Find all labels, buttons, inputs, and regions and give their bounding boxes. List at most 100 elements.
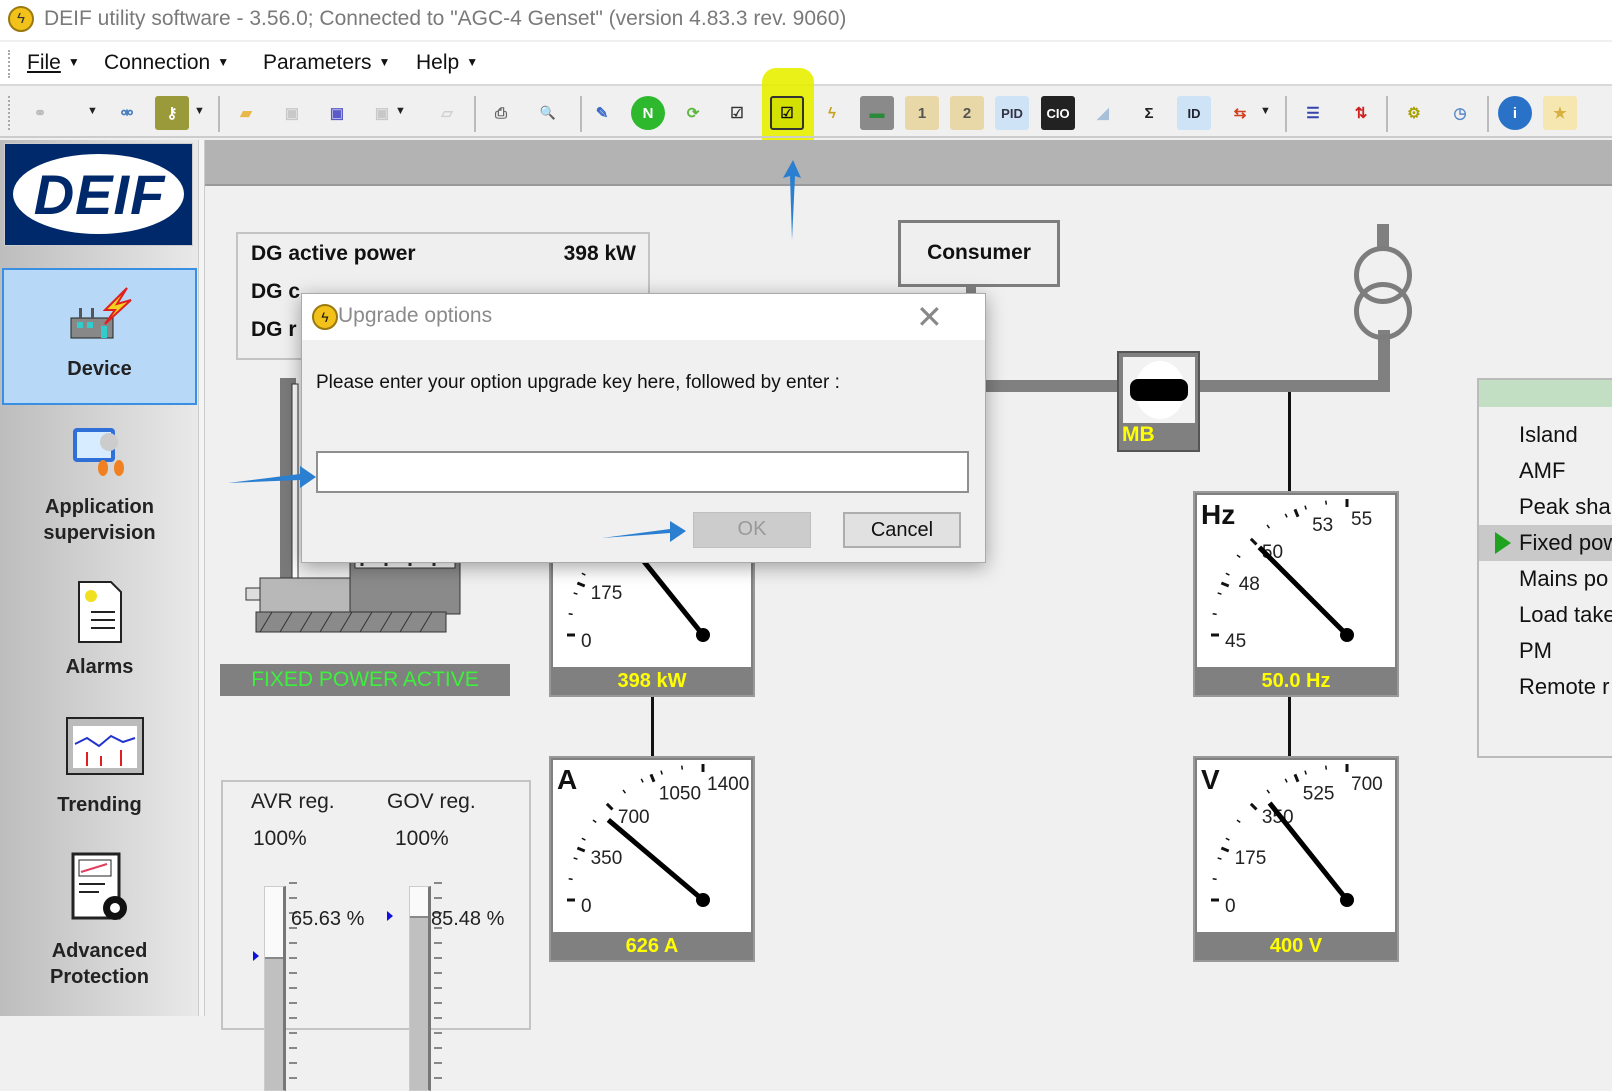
print-icon[interactable]: ⎙ — [484, 96, 518, 130]
connect-icon[interactable]: ⚭ — [23, 96, 57, 130]
disconnect-icon[interactable]: ⚮ — [110, 96, 144, 130]
sidebar-item-application-supervision[interactable]: Application supervision — [2, 418, 197, 546]
gov-title: GOV reg. — [387, 790, 476, 813]
consumer-box[interactable]: Consumer — [898, 220, 1060, 287]
pid-icon[interactable]: PID — [995, 96, 1029, 130]
menu-help[interactable]: Help ▼ — [416, 51, 478, 75]
gauge-tick — [592, 819, 597, 824]
mode-item[interactable]: AMF — [1479, 453, 1612, 489]
save-icon[interactable]: ▣ — [275, 96, 309, 130]
avr-value: 65.63 % — [291, 908, 365, 930]
gear-icon[interactable]: ⚙ — [1397, 96, 1431, 130]
dropdown-caret-icon[interactable]: ▼ — [194, 105, 205, 117]
mode-item[interactable]: Island — [1479, 417, 1612, 453]
ramp-icon[interactable]: ◢ — [1086, 96, 1120, 130]
mode-item[interactable]: Fixed pow — [1479, 525, 1612, 561]
close-icon[interactable]: ✕ — [916, 298, 943, 336]
dropdown-caret-icon[interactable]: ▼ — [395, 105, 406, 117]
mode-label: Fixed pow — [1519, 530, 1612, 555]
mode-label: Mains po — [1519, 566, 1609, 591]
clock-sync-icon[interactable]: ◷ — [1443, 96, 1477, 130]
menu-connection[interactable]: Connection ▼ — [104, 51, 229, 75]
cancel-button[interactable]: Cancel — [843, 512, 961, 548]
mode-item[interactable]: Remote r — [1479, 669, 1612, 705]
dropdown-caret-icon[interactable]: ▼ — [87, 105, 98, 117]
open-disabled-icon[interactable]: ▱ — [430, 96, 464, 130]
sidebar-item-trending[interactable]: Trending — [2, 716, 197, 818]
upgrade-key-input[interactable] — [316, 451, 969, 493]
toolbar-grip[interactable] — [8, 96, 11, 130]
gauge-scale-label: 700 — [618, 807, 650, 828]
n-green-icon[interactable]: N — [631, 96, 665, 130]
gauge-face: 0 175 350 525 700 V — [1197, 760, 1395, 932]
title-bar: ϟ DEIF utility software - 3.56.0; Connec… — [0, 0, 1612, 40]
device-lightning-icon — [65, 280, 135, 350]
application-supervision-icon — [65, 418, 135, 488]
menu-file[interactable]: File ▼ — [27, 51, 80, 75]
hand-1-icon[interactable]: 1 — [905, 96, 939, 130]
gauge-scale-label: 1400 — [707, 774, 749, 795]
sidebar-item-alarms[interactable]: Alarms — [2, 578, 197, 680]
busbar — [1200, 380, 1390, 392]
transfer-arrows-icon[interactable]: ⇆ — [1223, 96, 1257, 130]
deif-logo: DEIF — [4, 143, 193, 246]
gauge-pivot — [1340, 628, 1354, 642]
lightning-cycle-icon[interactable]: ϟ — [815, 96, 849, 130]
gauge-readout: 626 A — [625, 935, 679, 957]
alarm-document-icon — [65, 578, 135, 648]
info-icon[interactable]: i — [1498, 96, 1532, 130]
gov-bar — [409, 886, 431, 1091]
refresh-icon[interactable]: ⟳ — [676, 96, 710, 130]
dialog-title: Upgrade options — [338, 304, 493, 327]
genset-status-label: FIXED POWER ACTIVE — [220, 664, 510, 696]
gauge-scale-label: 0 — [581, 631, 592, 652]
sidebar-item-advanced-protection[interactable]: Advanced Protection — [2, 850, 197, 990]
design-ruler-icon[interactable]: ✎ — [585, 96, 619, 130]
caret-down-icon: ▼ — [217, 55, 230, 69]
dialog-title-bar: ϟ Upgrade options ✕ — [302, 294, 985, 340]
app-icon: ϟ — [8, 6, 34, 32]
gauge-tick — [1324, 500, 1328, 505]
cio-icon[interactable]: CIO — [1041, 96, 1075, 130]
gov-limit: 100% — [395, 827, 449, 850]
gauge-pivot — [696, 628, 710, 642]
gauge-tick — [568, 877, 573, 881]
sum-icon[interactable]: Σ — [1132, 96, 1166, 130]
info-label: DG c — [251, 280, 301, 303]
gov-value: 85.48 % — [431, 908, 505, 930]
key-icon[interactable]: ⚷ — [155, 96, 189, 130]
mode-item[interactable]: Peak sha — [1479, 489, 1612, 525]
gauge-tick — [1236, 819, 1241, 824]
save-as-icon[interactable]: ▣ — [320, 96, 354, 130]
dropdown-caret-icon[interactable]: ▼ — [1260, 105, 1271, 117]
sidebar-label: Device — [67, 358, 132, 380]
gauge-scale-label: 48 — [1239, 574, 1260, 595]
print-preview-icon[interactable]: 🔍 — [531, 96, 565, 130]
gauge-scale-label: 525 — [1303, 784, 1335, 805]
info-label: DG r — [251, 318, 297, 341]
mode-item[interactable]: Load take — [1479, 597, 1612, 633]
sidebar-item-device[interactable]: Device — [2, 268, 197, 405]
list-icon[interactable]: ☰ — [1296, 96, 1330, 130]
gauge-tick — [573, 857, 578, 860]
display-unit-icon[interactable]: ▬ — [860, 96, 894, 130]
gauge-tick — [640, 778, 644, 783]
hand-2-icon[interactable]: 2 — [950, 96, 984, 130]
gauge-scale-label: 53 — [1312, 515, 1333, 536]
shield-icon[interactable]: ★ — [1543, 96, 1577, 130]
updown-arrows-icon[interactable]: ⇅ — [1344, 96, 1378, 130]
mode-item[interactable]: PM — [1479, 633, 1612, 669]
id-icon[interactable]: ID — [1177, 96, 1211, 130]
sidebar-splitter[interactable] — [198, 140, 205, 1016]
open-folder-icon[interactable]: ▰ — [229, 96, 263, 130]
upgrade-options-icon[interactable]: ☑ — [770, 96, 804, 130]
menu-parameters[interactable]: Parameters ▼ — [263, 51, 390, 75]
add-check-icon[interactable]: ☑ — [720, 96, 754, 130]
info-row: DG active power 398 kW — [251, 242, 636, 266]
save-copy-icon[interactable]: ▣ — [365, 96, 399, 130]
mains-breaker[interactable]: MB — [1117, 351, 1200, 452]
ok-button[interactable]: OK — [693, 512, 811, 548]
gauge-tick — [1217, 592, 1222, 595]
mode-label: PM — [1519, 638, 1552, 663]
mode-item[interactable]: Mains po — [1479, 561, 1612, 597]
